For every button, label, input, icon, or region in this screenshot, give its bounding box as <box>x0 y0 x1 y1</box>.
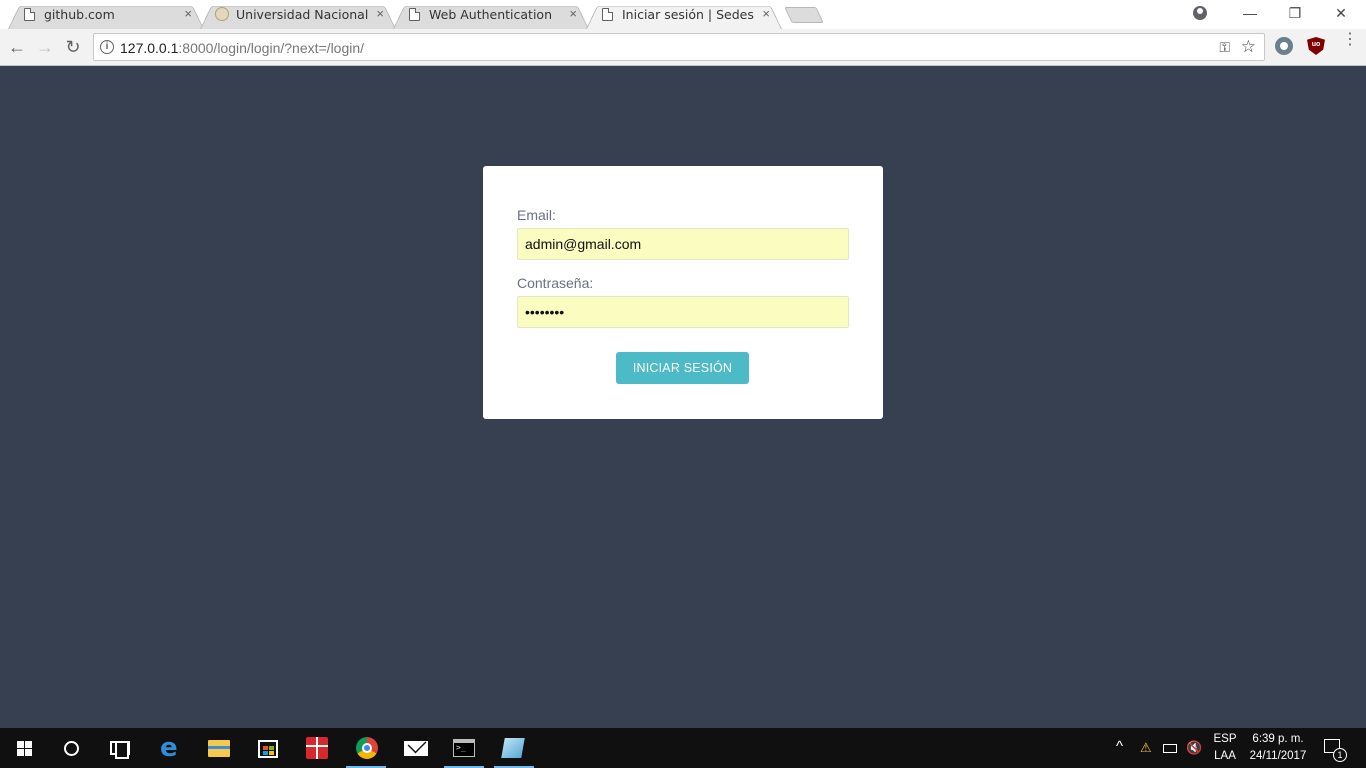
edge-icon[interactable]: e <box>160 735 178 761</box>
tab-iniciar-sesion[interactable]: Iniciar sesión | Sedes × <box>586 0 782 29</box>
ublock-extension-icon[interactable]: uo <box>1307 37 1325 55</box>
cortana-button[interactable] <box>48 728 96 768</box>
start-button[interactable] <box>0 728 48 768</box>
battery-icon[interactable] <box>1163 744 1177 753</box>
tab-strip: github.com × Universidad Nacional Ma × W… <box>0 0 1366 29</box>
task-view-icon <box>110 741 130 759</box>
login-card: Email: Contraseña: INICIAR SESIÓN <box>483 166 883 419</box>
restore-button[interactable]: ❐ <box>1272 0 1318 29</box>
email-label: Email: <box>517 207 556 223</box>
keyboard-layout[interactable]: LAA <box>1212 750 1238 762</box>
new-tab-button[interactable] <box>784 7 824 23</box>
file-explorer-icon[interactable] <box>208 740 230 757</box>
page-icon <box>24 8 35 21</box>
gift-app-icon[interactable] <box>306 737 328 759</box>
language-code[interactable]: ESP <box>1212 733 1238 745</box>
close-window-button[interactable]: ✕ <box>1318 0 1364 29</box>
back-button[interactable]: ← <box>6 36 28 58</box>
network-warning-icon[interactable]: ⚠ <box>1140 740 1152 756</box>
login-button[interactable]: INICIAR SESIÓN <box>616 352 749 384</box>
volume-muted-icon[interactable]: 🔇 <box>1186 740 1202 756</box>
minimize-button[interactable]: — <box>1227 0 1273 29</box>
profile-icon[interactable] <box>1193 6 1207 20</box>
password-label: Contraseña: <box>517 275 594 291</box>
tab-title: github.com <box>44 7 115 22</box>
cortana-icon <box>64 741 79 756</box>
tab-title: Web Authentication <box>429 7 552 22</box>
browser-toolbar: ← → ↻ i 127.0.0.1:8000/login/login/?next… <box>0 29 1366 66</box>
url-host: 127.0.0.1 <box>120 40 179 56</box>
taskbar: e ^ ⚠ 🔇 ESP LAA 6:39 p. m. 24/11/2017 1 <box>0 728 1366 768</box>
page-icon <box>602 8 613 21</box>
chevron-up-icon[interactable]: ^ <box>1116 738 1123 755</box>
browser-menu-icon[interactable]: ⋮ <box>1342 32 1358 57</box>
tab-web-authentication[interactable]: Web Authentication × <box>393 0 589 29</box>
address-bar[interactable]: i 127.0.0.1:8000/login/login/?next=/logi… <box>93 33 1265 61</box>
clock-date[interactable]: 24/11/2017 <box>1246 750 1310 762</box>
password-field[interactable] <box>517 296 849 328</box>
close-tab-icon[interactable]: × <box>184 6 192 22</box>
forward-button[interactable]: → <box>34 36 56 58</box>
command-prompt-icon[interactable] <box>453 739 475 757</box>
tab-title: Universidad Nacional Ma <box>236 7 372 22</box>
close-tab-icon[interactable]: × <box>762 6 770 22</box>
close-tab-icon[interactable]: × <box>569 6 577 22</box>
eye-extension-icon[interactable] <box>1275 37 1293 55</box>
tab-title: Iniciar sesión | Sedes <box>622 7 754 22</box>
url-path: :8000/login/login/?next=/login/ <box>178 40 365 56</box>
tab-universidad[interactable]: Universidad Nacional Ma × <box>200 0 396 29</box>
page-icon <box>409 8 420 21</box>
key-icon[interactable]: ⚿ <box>1219 39 1230 56</box>
bookmark-star-icon[interactable]: ☆ <box>1241 37 1256 57</box>
clock-time[interactable]: 6:39 p. m. <box>1246 733 1310 745</box>
tab-github[interactable]: github.com × <box>8 0 204 29</box>
mail-icon[interactable] <box>404 741 428 756</box>
email-field[interactable] <box>517 228 849 260</box>
close-tab-icon[interactable]: × <box>376 6 384 22</box>
url-text[interactable]: 127.0.0.1:8000/login/login/?next=/login/ <box>120 40 364 56</box>
store-icon[interactable] <box>258 740 278 758</box>
task-view-button[interactable] <box>96 728 144 768</box>
university-seal-icon <box>215 7 229 21</box>
notepad-icon[interactable] <box>501 738 525 758</box>
chrome-icon[interactable] <box>356 737 378 759</box>
notification-count-badge: 1 <box>1333 748 1347 762</box>
windows-logo-icon <box>17 741 32 756</box>
info-icon[interactable]: i <box>100 40 114 54</box>
reload-button[interactable]: ↻ <box>62 36 84 58</box>
